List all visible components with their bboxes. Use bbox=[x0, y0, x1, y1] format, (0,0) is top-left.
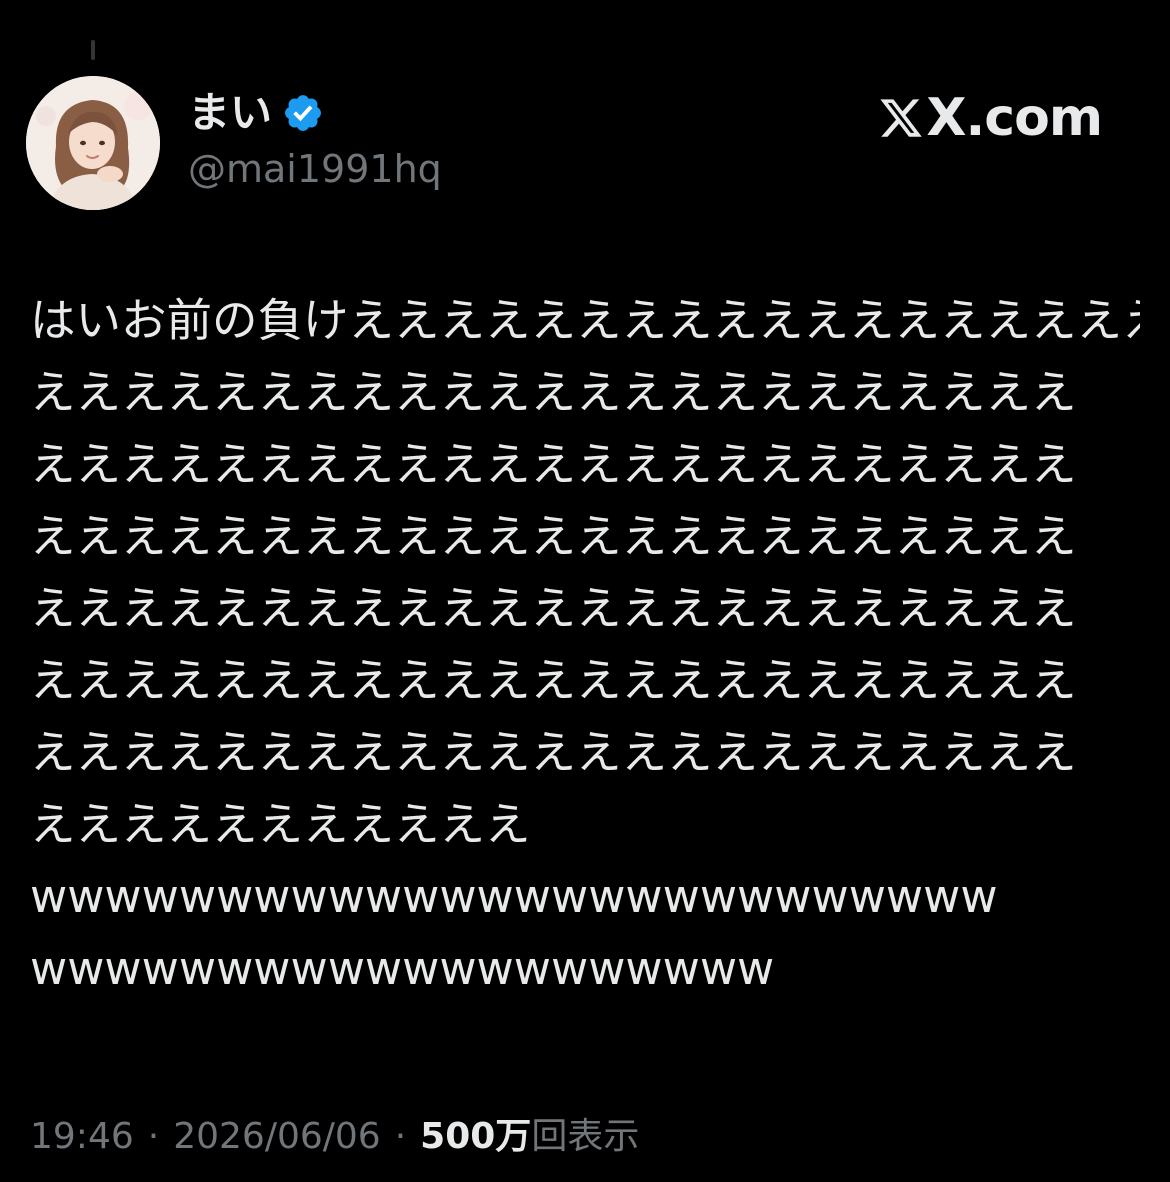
avatar[interactable] bbox=[26, 76, 160, 210]
tweet-text-line: えええええええええええええええええええええええ bbox=[30, 366, 1077, 419]
xcom-watermark: X.com bbox=[878, 88, 1103, 148]
tweet-text: はいお前の負けえええええええええええええええええええ えええええええええええええ… bbox=[30, 285, 1140, 1005]
tweet-text-line: wwwwwwwwwwwwwwwwwwwwwwwwww bbox=[30, 870, 998, 923]
tweet-text-line: えええええええええええええええええええええええ bbox=[30, 654, 1077, 707]
tweet-text-line: えええええええええええええええええええええええ bbox=[30, 582, 1077, 635]
meta-separator: · bbox=[147, 1116, 160, 1157]
tweet-text-line: えええええええええええ bbox=[30, 798, 531, 851]
meta-separator: · bbox=[394, 1116, 407, 1157]
xcom-text: X.com bbox=[926, 88, 1103, 148]
view-count-label: 回表示 bbox=[531, 1116, 640, 1157]
tweet-time[interactable]: 19:46 bbox=[30, 1112, 134, 1162]
view-count[interactable]: 500万 bbox=[420, 1112, 531, 1162]
tweet-date[interactable]: 2026/06/06 bbox=[173, 1112, 381, 1162]
thread-connector-line bbox=[91, 40, 95, 60]
x-logo-icon bbox=[880, 99, 923, 137]
verified-badge-icon bbox=[285, 95, 321, 131]
author-display-name[interactable]: まい bbox=[188, 92, 272, 134]
avatar-illustration bbox=[26, 76, 160, 210]
author-handle[interactable]: @mai1991hq bbox=[188, 150, 442, 188]
tweet-text-line: えええええええええええええええええええええええ bbox=[30, 438, 1077, 491]
tweet-text-line: wwwwwwwwwwwwwwwwwwww bbox=[30, 942, 775, 995]
author-name-row: まい bbox=[188, 88, 324, 138]
tweet-text-line: えええええええええええええええええええええええ bbox=[30, 726, 1077, 779]
tweet-metadata: 19:46 · 2026/06/06 · 500万 回表示 bbox=[30, 1112, 639, 1162]
tweet-text-line: はいお前の負けえええええええええええええええええええ bbox=[30, 294, 1140, 347]
tweet-text-line: えええええええええええええええええええええええ bbox=[30, 510, 1077, 563]
